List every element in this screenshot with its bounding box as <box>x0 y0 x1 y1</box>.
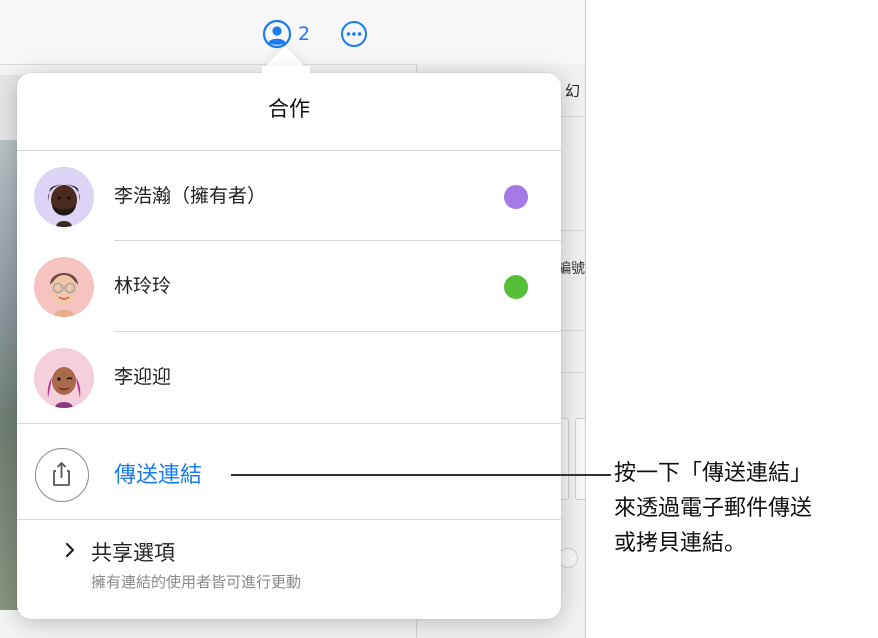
collaborate-button[interactable]: 2 <box>262 19 310 49</box>
send-link-icon-button[interactable] <box>35 448 89 502</box>
popover-arrow-cover <box>262 66 310 86</box>
ellipsis-circle-icon[interactable] <box>340 20 368 48</box>
callout-text: 按一下「傳送連結」 來透過電子郵件傳送 或拷貝連結。 <box>614 456 876 561</box>
divider <box>17 423 561 424</box>
memoji-avatar <box>34 167 94 227</box>
background-panel-label: 編號 <box>557 261 585 277</box>
person-circle-icon <box>262 19 292 49</box>
participant-row[interactable]: 李浩瀚（擁有者） <box>17 151 561 241</box>
status-dot <box>504 275 528 299</box>
popover-title: 合作 <box>268 97 310 121</box>
collaboration-popover: 合作 李浩瀚（擁有者） 林玲玲 李迎迎 傳送連結 共享選項 擁有連結的使用者皆可… <box>17 73 561 619</box>
memoji-avatar <box>34 348 94 408</box>
send-link-button[interactable]: 傳送連結 <box>114 457 202 489</box>
participant-name: 李浩瀚（擁有者） <box>114 185 267 207</box>
share-options-subtitle: 擁有連結的使用者皆可進行更動 <box>91 573 302 591</box>
background-panel-tab: 幻 <box>565 82 581 100</box>
callout-leader-line <box>231 474 611 476</box>
background-control <box>558 548 578 568</box>
divider <box>17 519 561 520</box>
participant-row[interactable]: 林玲玲 <box>17 241 561 331</box>
callout-line-2: 來透過電子郵件傳送 <box>614 496 813 521</box>
callout-line-3: 或拷貝連結。 <box>614 531 747 556</box>
participant-row[interactable]: 李迎迎 <box>17 332 561 422</box>
participant-name: 林玲玲 <box>114 275 172 297</box>
memoji-avatar <box>34 257 94 317</box>
chevron-right-icon <box>65 542 75 558</box>
collaborator-count: 2 <box>298 23 311 45</box>
background-control <box>575 418 585 500</box>
callout-line-1: 按一下「傳送連結」 <box>614 461 813 486</box>
participant-name: 李迎迎 <box>114 366 172 388</box>
share-options-title: 共享選項 <box>91 541 175 565</box>
share-icon <box>53 462 70 486</box>
status-dot <box>504 185 528 209</box>
